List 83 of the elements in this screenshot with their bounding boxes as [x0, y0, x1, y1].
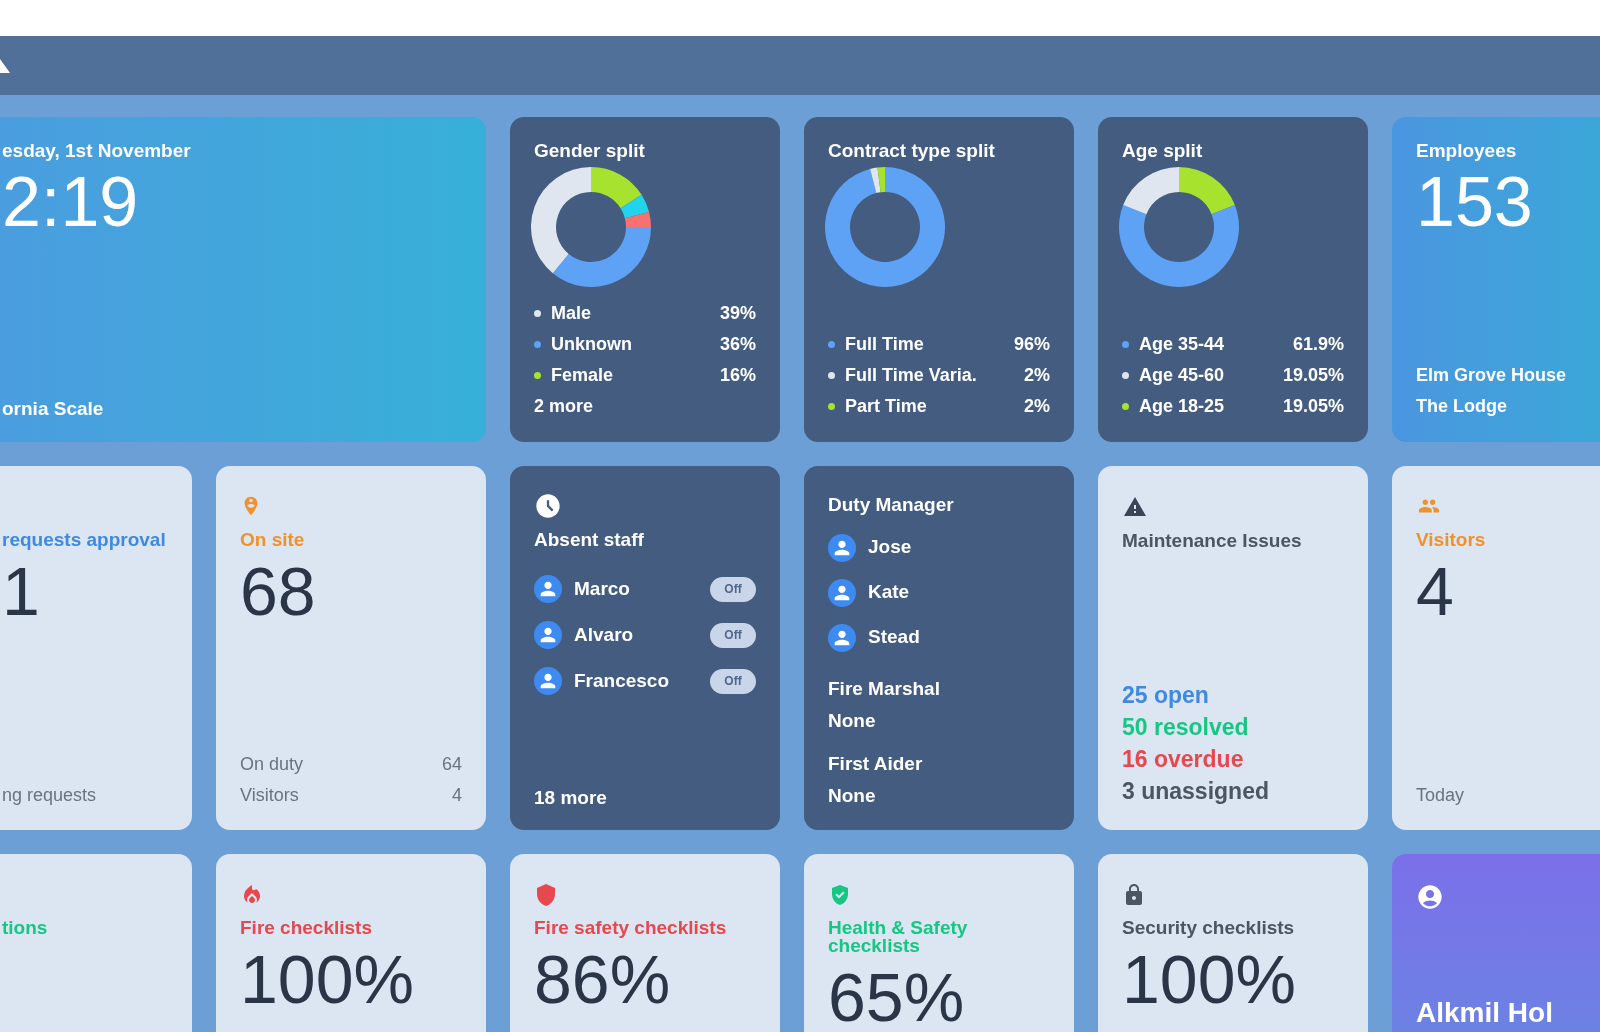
site-name: The Lodge: [1416, 395, 1507, 418]
user-avatar-icon: [828, 623, 856, 652]
staff-name: Alvaro: [574, 622, 634, 647]
legend-value: 19.05%: [1282, 364, 1344, 387]
checklist-label: Fire checklists: [240, 919, 374, 937]
logo-icon: [0, 58, 10, 73]
legend-value: 16%: [719, 364, 756, 387]
detail-label: On duty: [240, 753, 304, 776]
checklist-label: Health & Safety checklists: [828, 919, 969, 955]
footer-text: ng requests: [2, 784, 97, 807]
checklist-percent: 100%: [1122, 945, 1297, 1013]
checklist-label: Security checklists: [1122, 919, 1296, 937]
shield-icon: [534, 883, 558, 907]
issue-count: 16 overdue: [1122, 744, 1244, 774]
legend-value: 2%: [1024, 395, 1050, 418]
legend-label: Male: [551, 302, 592, 325]
status-badge: Off: [710, 576, 756, 602]
role-value: None: [828, 783, 876, 808]
user-avatar-icon: [828, 578, 856, 607]
card-title: Gender split: [534, 139, 646, 162]
employee-count: 153: [1416, 167, 1534, 237]
status-badge: Off: [710, 668, 756, 694]
legend-label: Age 45-60: [1139, 364, 1225, 387]
legend-label: Full Time Varia.: [845, 364, 977, 387]
stat-value: 68: [240, 557, 317, 625]
location-text: ornia Scale: [2, 397, 105, 420]
card-title: Employees: [1416, 139, 1518, 162]
manager-name: Jose: [868, 535, 912, 560]
user-avatar-icon: [828, 533, 856, 562]
manager-name: Kate: [868, 580, 910, 605]
legend-label: Part Time: [845, 395, 927, 418]
detail-label: Visitors: [240, 784, 299, 807]
stat-label: requests approval: [2, 528, 167, 551]
card-title: Duty Manager: [828, 493, 954, 516]
staff-name: Marco: [574, 576, 630, 601]
legend-value: 61.9%: [1292, 333, 1344, 356]
role-title: Fire Marshal: [828, 676, 940, 701]
person-name: Alkmil Hol: [1416, 997, 1554, 1029]
legend-value: 36%: [719, 333, 756, 356]
status-badge: Off: [710, 622, 756, 648]
role-title: First Aider: [828, 751, 923, 776]
staff-name: Francesco: [574, 668, 670, 693]
role-value: None: [828, 708, 876, 733]
checklist-percent: 86%: [534, 945, 672, 1013]
legend-label: Female: [551, 364, 614, 387]
user-avatar-icon: [534, 667, 562, 695]
warning-icon: [1122, 495, 1148, 519]
more-text: 2 more: [534, 395, 594, 418]
clock-icon: [534, 492, 562, 520]
checklist-percent: 100%: [240, 945, 415, 1013]
legend-label: Age 18-25: [1139, 395, 1225, 418]
clock-time: 2:19: [2, 167, 140, 237]
card-title: Absent staff: [534, 528, 644, 551]
stat-value: 1: [2, 557, 41, 625]
site-name: Elm Grove House: [1416, 364, 1567, 387]
footer-text: Today: [1416, 784, 1465, 807]
more-text: 18 more: [534, 786, 608, 809]
user-avatar-icon: [1416, 883, 1444, 911]
user-avatar-icon: [534, 575, 562, 603]
legend-value: 96%: [1013, 333, 1050, 356]
issue-count: 3 unassigned: [1122, 776, 1269, 806]
legend-label: Full Time: [845, 333, 924, 356]
stat-label: On site: [240, 528, 306, 551]
card-title: Contract type split: [828, 139, 996, 162]
manager-name: Stead: [868, 625, 920, 650]
user-avatar-icon: [534, 621, 562, 649]
detail-value: 4: [452, 784, 462, 807]
issue-count: 50 resolved: [1122, 712, 1249, 742]
card-title: Age split: [1122, 139, 1204, 162]
detail-value: 64: [441, 753, 462, 776]
stat-value: 4: [1416, 557, 1455, 625]
legend-value: 19.05%: [1282, 395, 1344, 418]
checklist-label: Fire safety checklists: [534, 919, 728, 937]
legend-value: 39%: [719, 302, 756, 325]
legend-label: Unknown: [551, 333, 632, 356]
legend-label: Age 35-44: [1139, 333, 1225, 356]
date-text: esday, 1st November: [2, 139, 192, 162]
checklist-percent: 65%: [828, 963, 966, 1031]
stat-label: Visitors: [1416, 528, 1487, 551]
card-title: Maintenance Issues: [1122, 529, 1302, 552]
checklist-label: tions: [2, 919, 49, 937]
legend-value: 2%: [1024, 364, 1050, 387]
issue-count: 25 open: [1122, 680, 1209, 710]
